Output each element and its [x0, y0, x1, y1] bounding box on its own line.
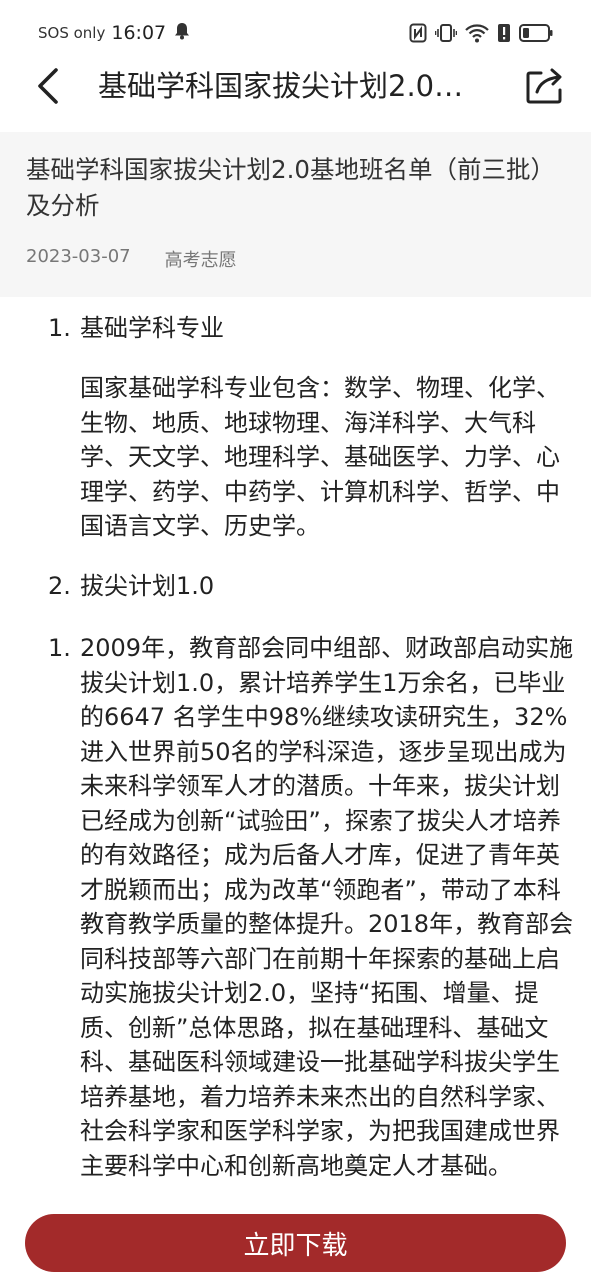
sos-label: SOS only	[38, 24, 106, 42]
nfc-icon	[409, 23, 427, 43]
status-bar: SOS only 16:07	[0, 0, 591, 66]
nav-title: 基础学科国家拔尖计划2.0…	[98, 69, 464, 103]
list-number: 2.	[48, 572, 71, 600]
section-heading: 基础学科专业	[80, 314, 224, 342]
back-button[interactable]	[28, 66, 68, 106]
battery-icon	[519, 23, 553, 43]
section-heading: 拔尖计划1.0	[80, 572, 215, 600]
list-number: 1.	[48, 314, 71, 342]
article-body: 1. 基础学科专业 国家基础学科专业包含：数学、物理、化学、生物、地质、地球物理…	[0, 297, 591, 1215]
share-button[interactable]	[525, 66, 565, 106]
vibrate-icon	[435, 23, 457, 43]
share-icon	[526, 68, 562, 104]
bell-icon	[174, 22, 190, 44]
alert-icon	[497, 23, 511, 43]
section-paragraph: 国家基础学科专业包含：数学、物理、化学、生物、地质、地球物理、海洋科学、大气科学…	[80, 374, 560, 540]
section-paragraph: 2009年，教育部会同中组部、财政部启动实施拔尖计划1.0，累计培养学生1万余名…	[80, 634, 574, 1180]
back-arrow-icon	[38, 68, 58, 104]
article-title: 基础学科国家拔尖计划2.0基地班名单（前三批）及分析	[26, 155, 555, 220]
wifi-icon	[465, 23, 489, 43]
article-header: 基础学科国家拔尖计划2.0基地班名单（前三批）及分析 2023-03-07 高考…	[0, 132, 591, 297]
list-number: 1.	[48, 634, 71, 662]
article-category: 高考志愿	[164, 250, 237, 271]
status-left: SOS only 16:07	[38, 20, 190, 46]
download-button[interactable]: 立即下载	[25, 1214, 566, 1272]
article-date: 2023-03-07	[26, 246, 131, 267]
status-right	[409, 20, 553, 46]
clock: 16:07	[111, 22, 167, 44]
nav-bar: 基础学科国家拔尖计划2.0…	[0, 66, 591, 134]
article-meta: 2023-03-07 高考志愿	[26, 246, 237, 272]
